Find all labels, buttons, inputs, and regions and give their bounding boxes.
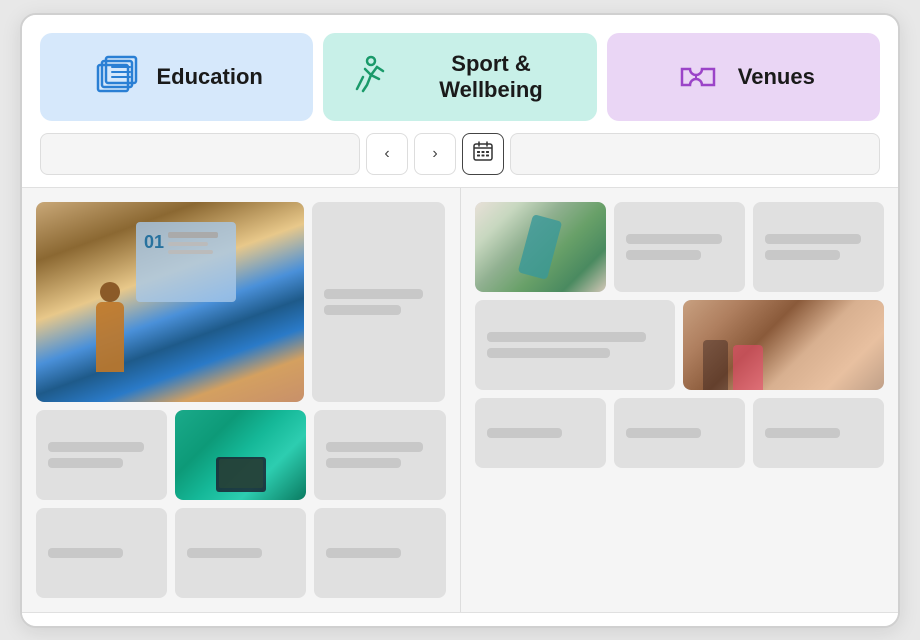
card-content — [314, 508, 445, 598]
tab-sport[interactable]: Sport & Wellbeing — [323, 33, 596, 121]
card-content — [314, 410, 445, 500]
calendar-button[interactable] — [462, 133, 504, 175]
card-line — [324, 305, 401, 315]
sport-card-3[interactable] — [753, 202, 884, 292]
card-line — [48, 458, 123, 468]
category-tabs: Education Sport & Wellbeing — [22, 15, 898, 121]
card-line — [626, 428, 701, 438]
card-line — [487, 348, 611, 358]
card-content — [175, 508, 306, 598]
tab-education[interactable]: Education — [40, 33, 313, 121]
education-card-2[interactable] — [312, 202, 446, 402]
education-tablet-card[interactable] — [175, 410, 306, 500]
card-line — [326, 442, 422, 452]
sport-yoga-mat-card[interactable] — [475, 202, 606, 292]
chevron-right-icon: › — [432, 145, 437, 163]
sport-card-2[interactable] — [614, 202, 745, 292]
card-line — [48, 442, 144, 452]
education-featured-card[interactable]: 01 — [36, 202, 304, 402]
card-content — [614, 398, 745, 468]
ticket-icon — [672, 51, 724, 103]
right-row1 — [475, 202, 885, 292]
card-content — [475, 398, 606, 468]
card-line — [326, 548, 401, 558]
card-content — [475, 300, 676, 390]
right-row2 — [475, 300, 885, 390]
card-line — [765, 234, 861, 244]
education-card-7[interactable] — [175, 508, 306, 598]
sport-card-6[interactable] — [614, 398, 745, 468]
prev-button[interactable]: ‹ — [366, 133, 408, 175]
right-row3 — [475, 398, 885, 468]
card-line — [765, 428, 840, 438]
card-line — [324, 289, 423, 299]
right-panel-sport — [461, 188, 899, 612]
education-card-5[interactable] — [314, 410, 445, 500]
left-panel-education: 01 — [22, 188, 461, 612]
card-line — [765, 250, 840, 260]
card-line — [326, 458, 401, 468]
chevron-left-icon: ‹ — [384, 145, 389, 163]
card-line — [626, 250, 701, 260]
sport-women-yoga-card[interactable] — [683, 300, 884, 390]
card-content — [36, 410, 167, 500]
education-card-2-content — [312, 202, 446, 402]
card-content — [36, 508, 167, 598]
content-area: 01 — [22, 188, 898, 612]
education-card-6[interactable] — [36, 508, 167, 598]
education-card-3[interactable] — [36, 410, 167, 500]
card-line — [626, 234, 722, 244]
tab-venues-label: Venues — [738, 64, 815, 90]
card-line — [487, 428, 562, 438]
date-input[interactable] — [510, 133, 880, 175]
runner-icon — [343, 51, 391, 103]
document-stack-icon — [90, 51, 142, 103]
bottom-bar — [22, 612, 898, 626]
card-line — [487, 332, 646, 342]
left-row1: 01 — [36, 202, 446, 402]
search-input[interactable] — [40, 133, 360, 175]
main-container: Education Sport & Wellbeing — [20, 13, 900, 628]
education-card-8[interactable] — [314, 508, 445, 598]
tab-venues[interactable]: Venues — [607, 33, 880, 121]
card-content — [753, 398, 884, 468]
next-button[interactable]: › — [414, 133, 456, 175]
card-content — [614, 202, 745, 292]
sport-card-4[interactable] — [475, 300, 676, 390]
card-content — [753, 202, 884, 292]
sport-card-7[interactable] — [753, 398, 884, 468]
toolbar: ‹ › — [22, 121, 898, 188]
calendar-icon — [472, 140, 494, 168]
card-line — [187, 548, 262, 558]
left-row2 — [36, 410, 446, 500]
card-line — [48, 548, 123, 558]
tab-education-label: Education — [156, 64, 262, 90]
left-row3 — [36, 508, 446, 598]
tab-sport-label: Sport & Wellbeing — [405, 51, 576, 103]
sport-card-5[interactable] — [475, 398, 606, 468]
